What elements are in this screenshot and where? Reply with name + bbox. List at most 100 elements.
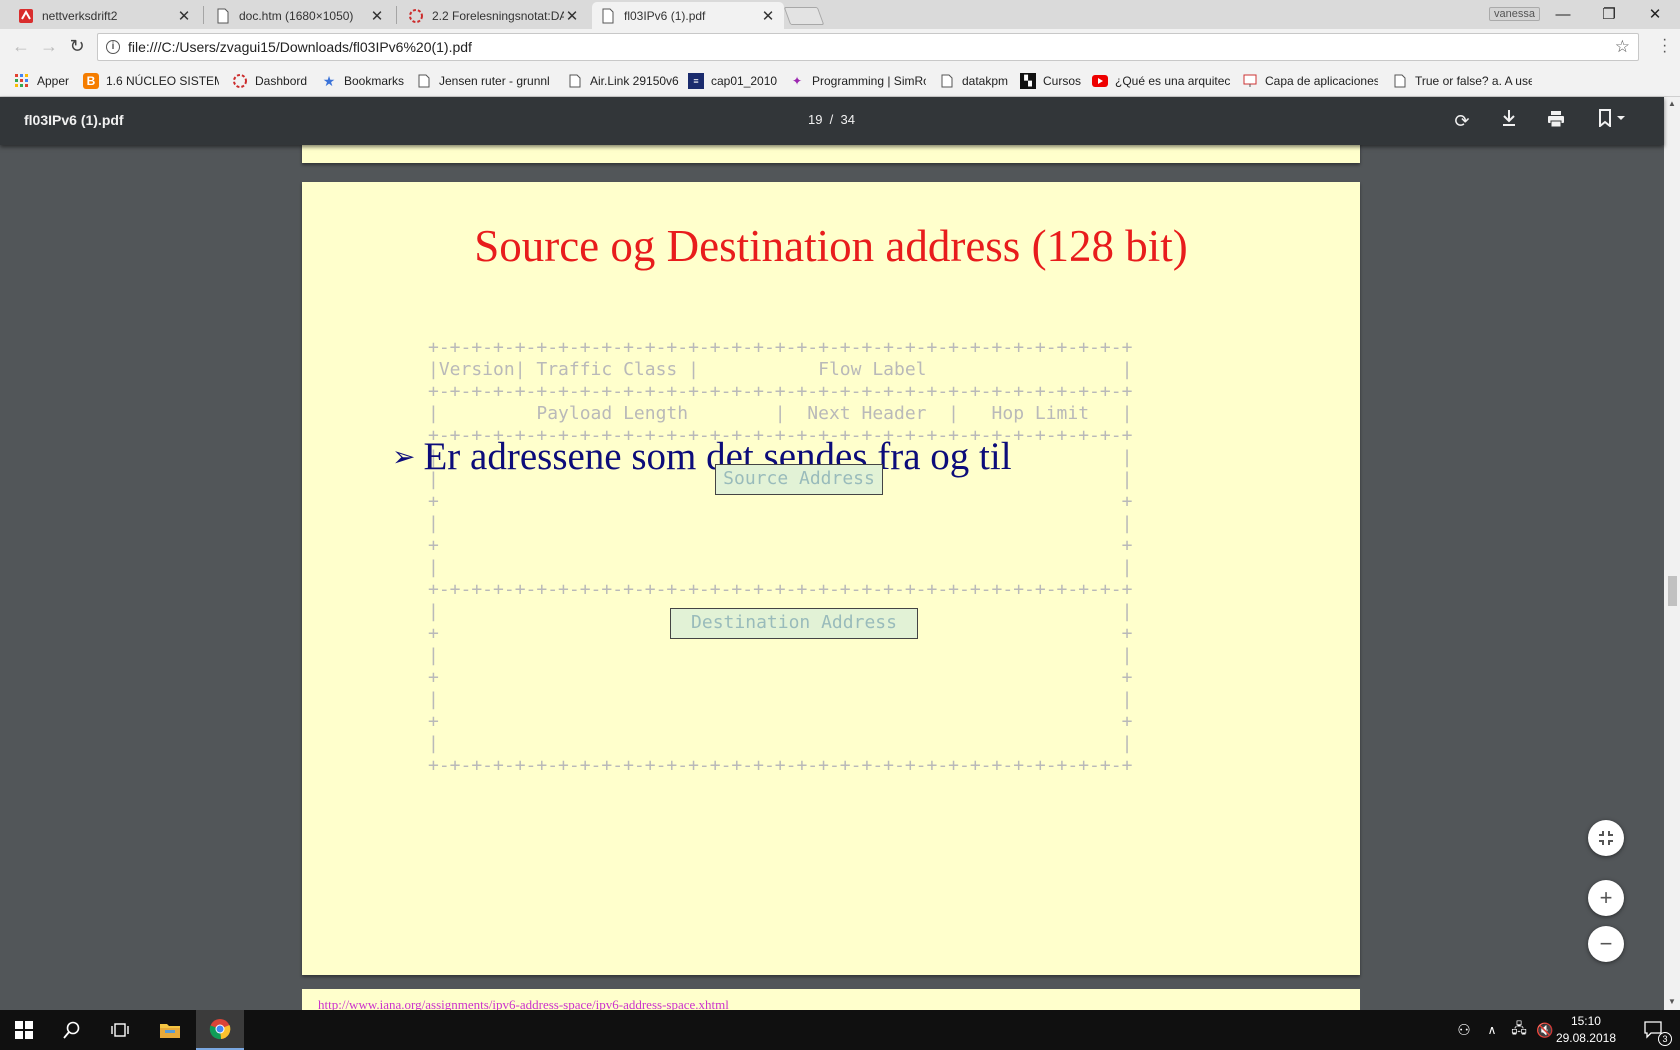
source-address-box: Source Address	[715, 464, 883, 495]
profile-button[interactable]: vanessa	[1489, 7, 1540, 21]
bookmark-apper[interactable]: Apper	[14, 71, 69, 91]
loading-ring-icon	[409, 9, 423, 23]
bookmark-label: Cursos	[1043, 74, 1082, 88]
browser-toolbar: ← → ↻ i file:///C:/Users/zvagui15/Downlo…	[0, 29, 1680, 65]
restore-icon[interactable]: ❐	[1586, 0, 1632, 28]
apps-grid-icon	[14, 73, 30, 89]
search-icon[interactable]	[48, 1010, 96, 1050]
address-bar[interactable]: i file:///C:/Users/zvagui15/Downloads/fl…	[97, 33, 1639, 61]
tab-title: fl03IPv6 (1).pdf	[624, 9, 706, 23]
menu-icon[interactable]: · · ·	[1662, 32, 1668, 60]
page-icon	[939, 73, 955, 89]
print-icon[interactable]	[1544, 109, 1568, 133]
tab-divider	[396, 6, 397, 24]
bookmark-label: Air.Link 29150v6	[590, 74, 679, 88]
bookmark-programming-simro[interactable]: ✦ Programming | SimRo	[789, 71, 926, 91]
bookmark-label: 1.6 NÚCLEO SISTEMA	[106, 74, 219, 88]
scrollbar[interactable]: ▲ ▼	[1664, 97, 1680, 1010]
page-indicator[interactable]: 19 / 34	[808, 112, 855, 127]
bookmark-datakpm[interactable]: datakpm	[939, 71, 1008, 91]
star-icon: ★	[322, 72, 336, 89]
bookmark-label: True or false? a. A use	[1415, 74, 1532, 88]
logo-icon: ≡	[688, 73, 704, 89]
scrollbar-thumb[interactable]	[1668, 576, 1677, 606]
tab-title: nettverksdrift2	[42, 9, 118, 23]
reload-icon[interactable]: ↻	[66, 36, 88, 57]
document-icon	[217, 8, 229, 24]
bookmarks-bar: Apper B 1.6 NÚCLEO SISTEMA Dashbord ★ Bo…	[0, 65, 1680, 97]
pdf-file-name: fl03IPv6 (1).pdf	[24, 112, 124, 128]
url-text[interactable]: file:///C:/Users/zvagui15/Downloads/fl03…	[128, 39, 1615, 55]
bookmark-cap01[interactable]: ≡ cap01_2010	[688, 71, 777, 91]
fit-to-page-icon[interactable]	[1588, 820, 1624, 856]
task-view-icon[interactable]	[96, 1010, 144, 1050]
tab-forelesningsnotat[interactable]: 2.2 Forelesningsnotat:DA ✕	[400, 2, 588, 30]
notifications-icon[interactable]: 3	[1632, 1010, 1676, 1050]
loading-ring-icon	[232, 73, 248, 89]
bookmark-cursos[interactable]: ▚ Cursos	[1020, 71, 1081, 91]
destination-address-box: Destination Address	[670, 608, 918, 639]
bullet-point: ➢ Er adressene som det sendes fra og til	[392, 434, 1012, 479]
forward-arrow-icon[interactable]: →	[38, 36, 60, 57]
bookmark-true-or-false[interactable]: True or false? a. A use	[1392, 71, 1532, 91]
bookmark-capa-aplicaciones[interactable]: Capa de aplicaciones	[1242, 71, 1378, 91]
new-tab-button[interactable]	[783, 7, 825, 25]
back-arrow-icon[interactable]: ←	[10, 36, 32, 57]
close-icon[interactable]: ✕	[369, 7, 385, 25]
windows-start-icon[interactable]	[0, 1010, 48, 1050]
document-icon	[602, 8, 614, 24]
bookmark-star-icon[interactable]: ☆	[1615, 37, 1630, 57]
bookmark-label: Jensen ruter - grunnl	[439, 74, 550, 88]
iana-link[interactable]: http://www.iana.org/assignments/ipv6-add…	[318, 997, 729, 1010]
bookmark-label: Bookmarks	[344, 74, 405, 88]
arrow-bullet-icon: ➢	[392, 441, 416, 473]
page-icon	[567, 73, 583, 89]
zoom-out-icon[interactable]: −	[1588, 926, 1624, 962]
tab-nettverksdrift2[interactable]: nettverksdrift2 ✕	[10, 2, 200, 30]
close-icon[interactable]: ✕	[564, 7, 580, 25]
pdf-toolbar: fl03IPv6 (1).pdf 19 / 34 ⟳	[0, 97, 1664, 145]
film-icon: ▚	[1020, 73, 1036, 89]
network-icon[interactable]: 🖧	[1506, 1010, 1532, 1050]
chrome-icon[interactable]	[196, 1010, 244, 1050]
info-icon[interactable]: i	[106, 40, 120, 54]
tab-strip: nettverksdrift2 ✕ doc.htm (1680×1050) ✕ …	[0, 0, 1680, 30]
bookmark-menu-icon[interactable]	[1594, 109, 1630, 133]
close-icon[interactable]: ✕	[176, 7, 192, 25]
tab-fl03ipv6-pdf[interactable]: fl03IPv6 (1).pdf ✕	[592, 2, 784, 30]
sparkle-icon: ✦	[791, 74, 803, 88]
tab-doc-htm[interactable]: doc.htm (1680×1050) ✕	[207, 2, 393, 30]
scroll-up-arrow-icon[interactable]: ▲	[1668, 99, 1676, 108]
window-close-icon[interactable]: ✕	[1632, 0, 1678, 28]
bookmark-airlink[interactable]: Air.Link 29150v6	[567, 71, 679, 91]
minimize-icon[interactable]: —	[1540, 0, 1586, 28]
page-icon	[416, 73, 432, 89]
scroll-down-arrow-icon[interactable]: ▼	[1668, 997, 1676, 1006]
zoom-in-icon[interactable]: +	[1588, 880, 1624, 916]
bookmark-nucleo-sistema[interactable]: B 1.6 NÚCLEO SISTEMA	[83, 71, 219, 91]
bookmark-dashbord[interactable]: Dashbord	[232, 71, 307, 91]
next-page: http://www.iana.org/assignments/ipv6-add…	[302, 989, 1360, 1010]
speaker-muted-icon[interactable]: 🔇	[1532, 1010, 1558, 1050]
download-icon[interactable]	[1497, 109, 1521, 133]
pdf-viewer[interactable]: Source og Destination address (128 bit) …	[0, 145, 1664, 1010]
blogger-icon: B	[83, 73, 99, 89]
bookmark-bookmarks[interactable]: ★ Bookmarks	[321, 71, 404, 91]
file-explorer-icon[interactable]	[146, 1010, 194, 1050]
slides-icon	[1242, 73, 1258, 89]
previous-page	[302, 145, 1360, 163]
bookmark-label: Apper	[37, 74, 70, 88]
system-clock[interactable]: 15:10 29.08.2018	[1556, 1013, 1616, 1047]
pdf-page: Source og Destination address (128 bit) …	[302, 182, 1360, 975]
tab-title: 2.2 Forelesningsnotat:DA	[432, 9, 564, 23]
bookmark-que-es-arquitec[interactable]: ¿Qué es una arquitec	[1092, 71, 1230, 91]
tray-chevron-icon[interactable]: ∧	[1480, 1010, 1504, 1050]
bookmark-label: Capa de aplicaciones	[1265, 74, 1378, 88]
bookmark-jensen-ruter[interactable]: Jensen ruter - grunnl	[416, 71, 552, 91]
rotate-icon[interactable]: ⟳	[1450, 109, 1474, 133]
slide-title: Source og Destination address (128 bit)	[474, 221, 1188, 271]
tab-title: doc.htm (1680×1050)	[239, 9, 354, 23]
close-icon[interactable]: ✕	[760, 7, 776, 25]
clock-time: 15:10	[1570, 1014, 1601, 1028]
red-app-icon	[19, 9, 33, 23]
